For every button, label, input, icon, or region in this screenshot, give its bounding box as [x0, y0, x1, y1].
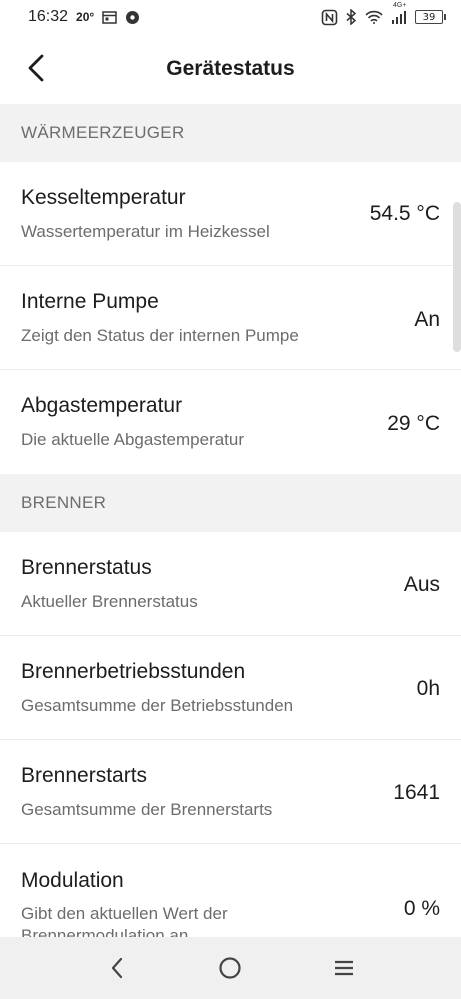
row-subtitle: Gesamtsumme der Brennerstarts — [21, 800, 273, 819]
scrollbar[interactable] — [453, 202, 461, 352]
nav-menu-button[interactable] — [324, 948, 364, 988]
row-value: 0 % — [403, 897, 440, 920]
back-button[interactable] — [18, 50, 54, 86]
weather-temp: 20° — [76, 10, 95, 24]
row-value: 0h — [416, 677, 440, 700]
page-title: Gerätestatus — [166, 57, 295, 80]
row-value: 29 °C — [387, 412, 440, 435]
cellular-signal-icon: 4G+ — [391, 2, 407, 24]
home-circle-icon — [219, 957, 242, 979]
clock: 16:32 — [28, 8, 69, 25]
wifi-icon — [365, 10, 383, 24]
row-title: Brennerstatus — [21, 556, 152, 579]
row-title: Kesseltemperatur — [21, 186, 186, 209]
status-row-brennerstatus[interactable]: Brennerstatus Aktueller Brennerstatus Au… — [0, 532, 461, 636]
calendar-icon — [102, 10, 117, 24]
system-nav-bar — [0, 937, 461, 999]
app-header: Gerätestatus — [0, 34, 461, 104]
bluetooth-icon — [346, 9, 357, 25]
row-value: An — [414, 308, 440, 331]
app-notification-icon — [125, 10, 140, 25]
menu-icon — [335, 960, 354, 976]
row-subtitle: Gesamtsumme der Betriebsstunden — [21, 696, 294, 715]
row-subtitle: Wassertemperatur im Heizkessel — [21, 222, 270, 241]
row-title: Modulation — [21, 869, 124, 892]
network-type-label: 4G+ — [393, 2, 407, 9]
device-status-screen: 16:32 20° 4G+ 39 Gerätestatus WÄRMEERZEU… — [0, 0, 461, 999]
status-bar: 16:32 20° 4G+ 39 — [0, 0, 461, 34]
row-subtitle: Die aktuelle Abgastemperatur — [21, 430, 245, 449]
chevron-left-icon — [111, 957, 122, 979]
status-row-interne-pumpe[interactable]: Interne Pumpe Zeigt den Status der inter… — [0, 266, 461, 370]
status-row-brennerbetriebsstunden[interactable]: Brennerbetriebsstunden Gesamtsumme der B… — [0, 636, 461, 740]
section-header-brenner: BRENNER — [0, 474, 461, 532]
row-value: 54.5 °C — [369, 202, 440, 225]
row-title: Abgastemperatur — [21, 394, 183, 417]
row-subtitle: Zeigt den Status der internen Pumpe — [21, 326, 299, 345]
row-title: Brennerbetriebsstunden — [21, 660, 246, 683]
row-subtitle: Aktueller Brennerstatus — [21, 592, 198, 611]
nav-home-button[interactable] — [210, 948, 250, 988]
status-row-modulation[interactable]: Modulation Gibt den aktuellen Wert der B… — [0, 844, 461, 937]
row-title: Brennerstarts — [21, 764, 148, 787]
nfc-icon — [321, 9, 338, 26]
section-header-waermeerzeuger: WÄRMEERZEUGER — [0, 104, 461, 162]
battery-indicator: 39 — [415, 10, 446, 24]
status-row-kesseltemperatur[interactable]: Kesseltemperatur Wassertemperatur im Hei… — [0, 162, 461, 266]
row-value: 1641 — [393, 781, 440, 804]
nav-back-button[interactable] — [97, 948, 137, 988]
chevron-left-icon — [28, 54, 44, 82]
status-row-brennerstarts[interactable]: Brennerstarts Gesamtsumme der Brennersta… — [0, 740, 461, 844]
row-value: Aus — [403, 573, 440, 596]
row-subtitle: Gibt den aktuellen Wert der Brennermodul… — [21, 904, 228, 937]
status-row-abgastemperatur[interactable]: Abgastemperatur Die aktuelle Abgastemper… — [0, 370, 461, 474]
row-title: Interne Pumpe — [21, 290, 159, 313]
